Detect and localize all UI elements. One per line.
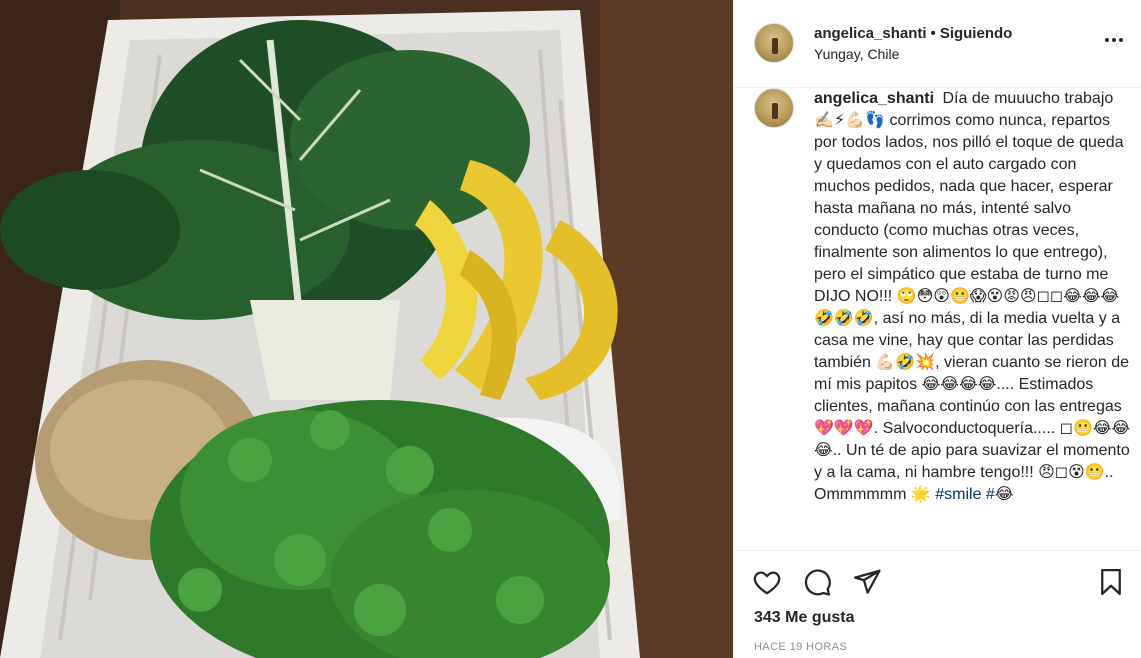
caption-username-link[interactable]: angelica_shanti (814, 90, 934, 107)
separator-dot: • (930, 25, 936, 42)
bookmark-icon[interactable] (1096, 567, 1126, 597)
caption-end-emoji: 😂 (994, 486, 1014, 503)
post-photo[interactable] (0, 0, 733, 658)
post-header: angelica_shanti • Siguiendo Yungay, Chile (734, 0, 1141, 88)
post-actions: 343 Me gusta HACE 19 HORAS (734, 550, 1141, 658)
likes-count[interactable]: 343 Me gusta (754, 609, 854, 627)
heart-icon[interactable] (752, 567, 782, 597)
avatar[interactable] (754, 23, 794, 63)
more-horizontal-icon[interactable] (1104, 32, 1124, 43)
comment-icon[interactable] (802, 567, 832, 597)
caption-block: angelica_shanti Día de muuucho trabajo ✍… (734, 88, 1141, 550)
hashtag-smile-link[interactable]: #smile (935, 486, 981, 503)
username-link[interactable]: angelica_shanti (814, 25, 927, 42)
location-link[interactable]: Yungay, Chile (814, 46, 899, 62)
caption-avatar[interactable] (754, 88, 794, 128)
caption-body: Día de muuucho trabajo ✍🏻⚡💪🏻👣 corrimos c… (814, 90, 1131, 503)
post-side-panel: angelica_shanti • Siguiendo Yungay, Chile … (733, 0, 1141, 658)
caption-text: angelica_shanti Día de muuucho trabajo ✍… (814, 88, 1132, 506)
header-user-line: angelica_shanti • Siguiendo (814, 25, 1012, 42)
following-button[interactable]: Siguiendo (940, 25, 1013, 42)
produce-crate-image (0, 0, 733, 658)
paper-plane-icon[interactable] (852, 567, 882, 597)
post-timestamp[interactable]: HACE 19 HORAS (754, 641, 847, 653)
hashtag-link[interactable]: # (986, 486, 995, 503)
